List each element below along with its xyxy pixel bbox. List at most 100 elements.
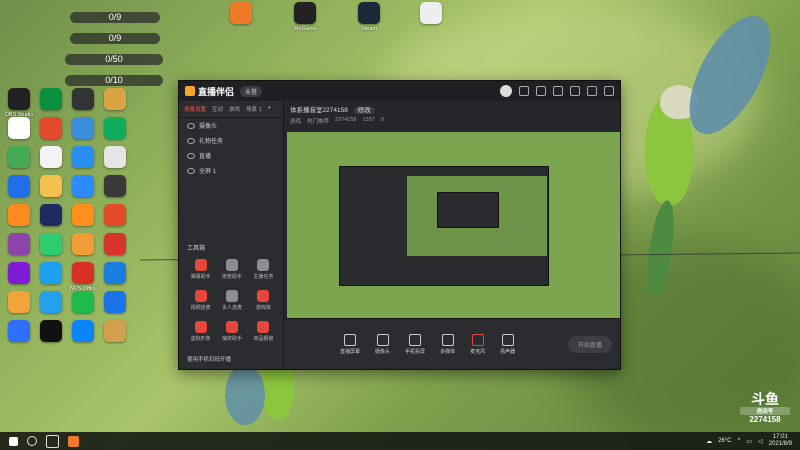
speaker-button[interactable]: 扬声器 bbox=[500, 333, 515, 355]
mobile-scan-tip[interactable]: 使用手机扫码开播 bbox=[187, 355, 231, 363]
taskbar-app-icon[interactable] bbox=[68, 435, 79, 447]
volume-icon[interactable]: ◁ bbox=[758, 438, 763, 445]
desktop-icon[interactable] bbox=[34, 291, 68, 315]
desktop-icon[interactable] bbox=[66, 117, 100, 141]
desktop-icon[interactable] bbox=[34, 204, 68, 228]
toolbox-item[interactable]: 视频连麦 bbox=[185, 290, 216, 311]
settings-icon[interactable] bbox=[536, 86, 546, 96]
desktop-icon[interactable] bbox=[34, 175, 68, 199]
desktop-icon[interactable] bbox=[98, 117, 132, 141]
network-icon[interactable]: ▭ bbox=[746, 438, 752, 445]
toolbox-item[interactable]: 房管助手 bbox=[216, 259, 247, 280]
desktop-icon[interactable] bbox=[98, 262, 132, 286]
tray-arrow-icon[interactable]: ^ bbox=[738, 438, 741, 444]
scene-label: 摄像头 bbox=[199, 124, 218, 130]
room-tag[interactable]: 热门推荐 bbox=[307, 117, 329, 125]
message-icon[interactable] bbox=[519, 86, 529, 96]
desktop-icon[interactable] bbox=[34, 320, 68, 344]
desktop-icon[interactable] bbox=[2, 204, 36, 228]
user-avatar[interactable] bbox=[500, 85, 512, 97]
close-icon[interactable] bbox=[604, 86, 614, 96]
desktop-icon[interactable] bbox=[98, 204, 132, 228]
toolbox-item[interactable]: 多人连麦 bbox=[216, 290, 247, 311]
maximize-icon[interactable] bbox=[587, 86, 597, 96]
desktop-icon[interactable] bbox=[98, 175, 132, 199]
scene-item[interactable]: 摄像头 bbox=[179, 118, 283, 133]
app-icon bbox=[40, 117, 62, 139]
tab-game[interactable]: 游戏 bbox=[229, 105, 240, 113]
microphone-button[interactable]: 麦克风 bbox=[470, 333, 485, 355]
desktop-icon[interactable] bbox=[2, 175, 36, 199]
app-icon bbox=[358, 2, 380, 24]
desktop-icon[interactable] bbox=[66, 204, 100, 228]
eye-icon[interactable] bbox=[187, 152, 195, 159]
desktop-icon[interactable] bbox=[98, 291, 132, 315]
desktop-icon[interactable] bbox=[66, 233, 100, 257]
eye-icon[interactable] bbox=[187, 122, 195, 129]
desktop-icon[interactable] bbox=[66, 146, 100, 170]
toolbox-item[interactable]: 虚拟形象 bbox=[185, 321, 216, 342]
toolbox-item[interactable]: 商品橱窗 bbox=[248, 321, 279, 342]
menu-icon[interactable] bbox=[553, 86, 563, 96]
desktop-icon[interactable] bbox=[34, 262, 68, 286]
desktop-icon[interactable]: WeGame bbox=[288, 2, 322, 33]
tab-interact[interactable]: 互动 bbox=[212, 105, 223, 113]
scene-item[interactable]: 全屏 1 bbox=[179, 163, 283, 178]
window-titlebar[interactable]: 直播伴侣 未登 bbox=[179, 81, 620, 101]
desktop-icon[interactable] bbox=[2, 262, 36, 286]
desktop-icon[interactable]: WPS Office bbox=[66, 262, 100, 293]
desktop-icon[interactable] bbox=[224, 2, 258, 26]
search-icon[interactable] bbox=[27, 436, 37, 446]
desktop-icon[interactable] bbox=[2, 233, 36, 257]
media-icon bbox=[441, 333, 454, 346]
desktop-icon[interactable] bbox=[34, 117, 68, 141]
desktop-icon[interactable] bbox=[66, 88, 100, 112]
desktop-icon[interactable] bbox=[2, 117, 36, 141]
desktop-icon[interactable] bbox=[98, 146, 132, 170]
desktop-icon[interactable] bbox=[34, 88, 68, 112]
desktop-icon[interactable] bbox=[66, 291, 100, 315]
desktop-icon[interactable]: OBS Studio bbox=[2, 88, 36, 119]
room-edit-button[interactable]: 修改 bbox=[353, 107, 375, 114]
desktop-icon[interactable] bbox=[98, 320, 132, 344]
desktop-icon[interactable] bbox=[34, 146, 68, 170]
task-view-icon[interactable] bbox=[46, 434, 59, 448]
overlay-bar-3: 0/50 bbox=[65, 54, 163, 65]
desktop-icon[interactable] bbox=[34, 233, 68, 257]
toolbox-item[interactable]: 抽奖助手 bbox=[216, 321, 247, 342]
desktop-icon[interactable] bbox=[2, 320, 36, 344]
desktop-icon[interactable] bbox=[66, 175, 100, 199]
desktop-icon[interactable] bbox=[2, 291, 36, 315]
camera-button[interactable]: 摄像头 bbox=[375, 333, 390, 355]
clock[interactable]: 17:01 2021/8/9 bbox=[769, 434, 792, 448]
desktop-icon[interactable] bbox=[414, 2, 448, 26]
tab-scene-settings[interactable]: 场景设置 bbox=[184, 105, 206, 113]
scene-item[interactable]: 直播 bbox=[179, 148, 283, 163]
screen-capture-button[interactable]: 直播屏幕 bbox=[340, 333, 360, 355]
minimize-icon[interactable] bbox=[570, 86, 580, 96]
eye-icon[interactable] bbox=[187, 167, 195, 174]
desktop-icon[interactable]: Steam bbox=[352, 2, 386, 33]
toolbox-item[interactable]: 主播任务 bbox=[248, 259, 279, 280]
desktop-icon[interactable] bbox=[98, 233, 132, 257]
desktop-icon[interactable] bbox=[2, 146, 36, 170]
tab-scene-1[interactable]: 场景 1 bbox=[246, 105, 262, 113]
stream-preview[interactable] bbox=[287, 132, 620, 321]
desktop-icon[interactable] bbox=[98, 88, 132, 112]
app-icon bbox=[40, 146, 62, 168]
multimedia-button[interactable]: 多媒体 bbox=[440, 333, 455, 355]
login-button[interactable]: 未登 bbox=[240, 85, 263, 97]
eye-icon[interactable] bbox=[187, 137, 195, 144]
add-tab-icon[interactable]: + bbox=[268, 105, 271, 113]
room-category[interactable]: 游戏 bbox=[290, 117, 301, 125]
weather-icon[interactable]: ☁ bbox=[706, 438, 712, 445]
toolbox-item[interactable]: 弹幕助手 bbox=[185, 259, 216, 280]
screen-icon bbox=[344, 333, 356, 346]
live-companion-window[interactable]: 直播伴侣 未登 场景设置 互动 游戏 场景 1 + 摄像头 礼物任务 直播 全屏… bbox=[178, 80, 621, 370]
start-live-button[interactable]: 开始直播 bbox=[567, 335, 612, 353]
toolbox-item[interactable]: 游戏库 bbox=[248, 290, 279, 311]
start-icon[interactable] bbox=[9, 436, 18, 446]
desktop-icon[interactable] bbox=[66, 320, 100, 344]
scene-item[interactable]: 礼物任务 bbox=[179, 133, 283, 148]
phone-cast-button[interactable]: 手机投屏 bbox=[405, 333, 425, 355]
